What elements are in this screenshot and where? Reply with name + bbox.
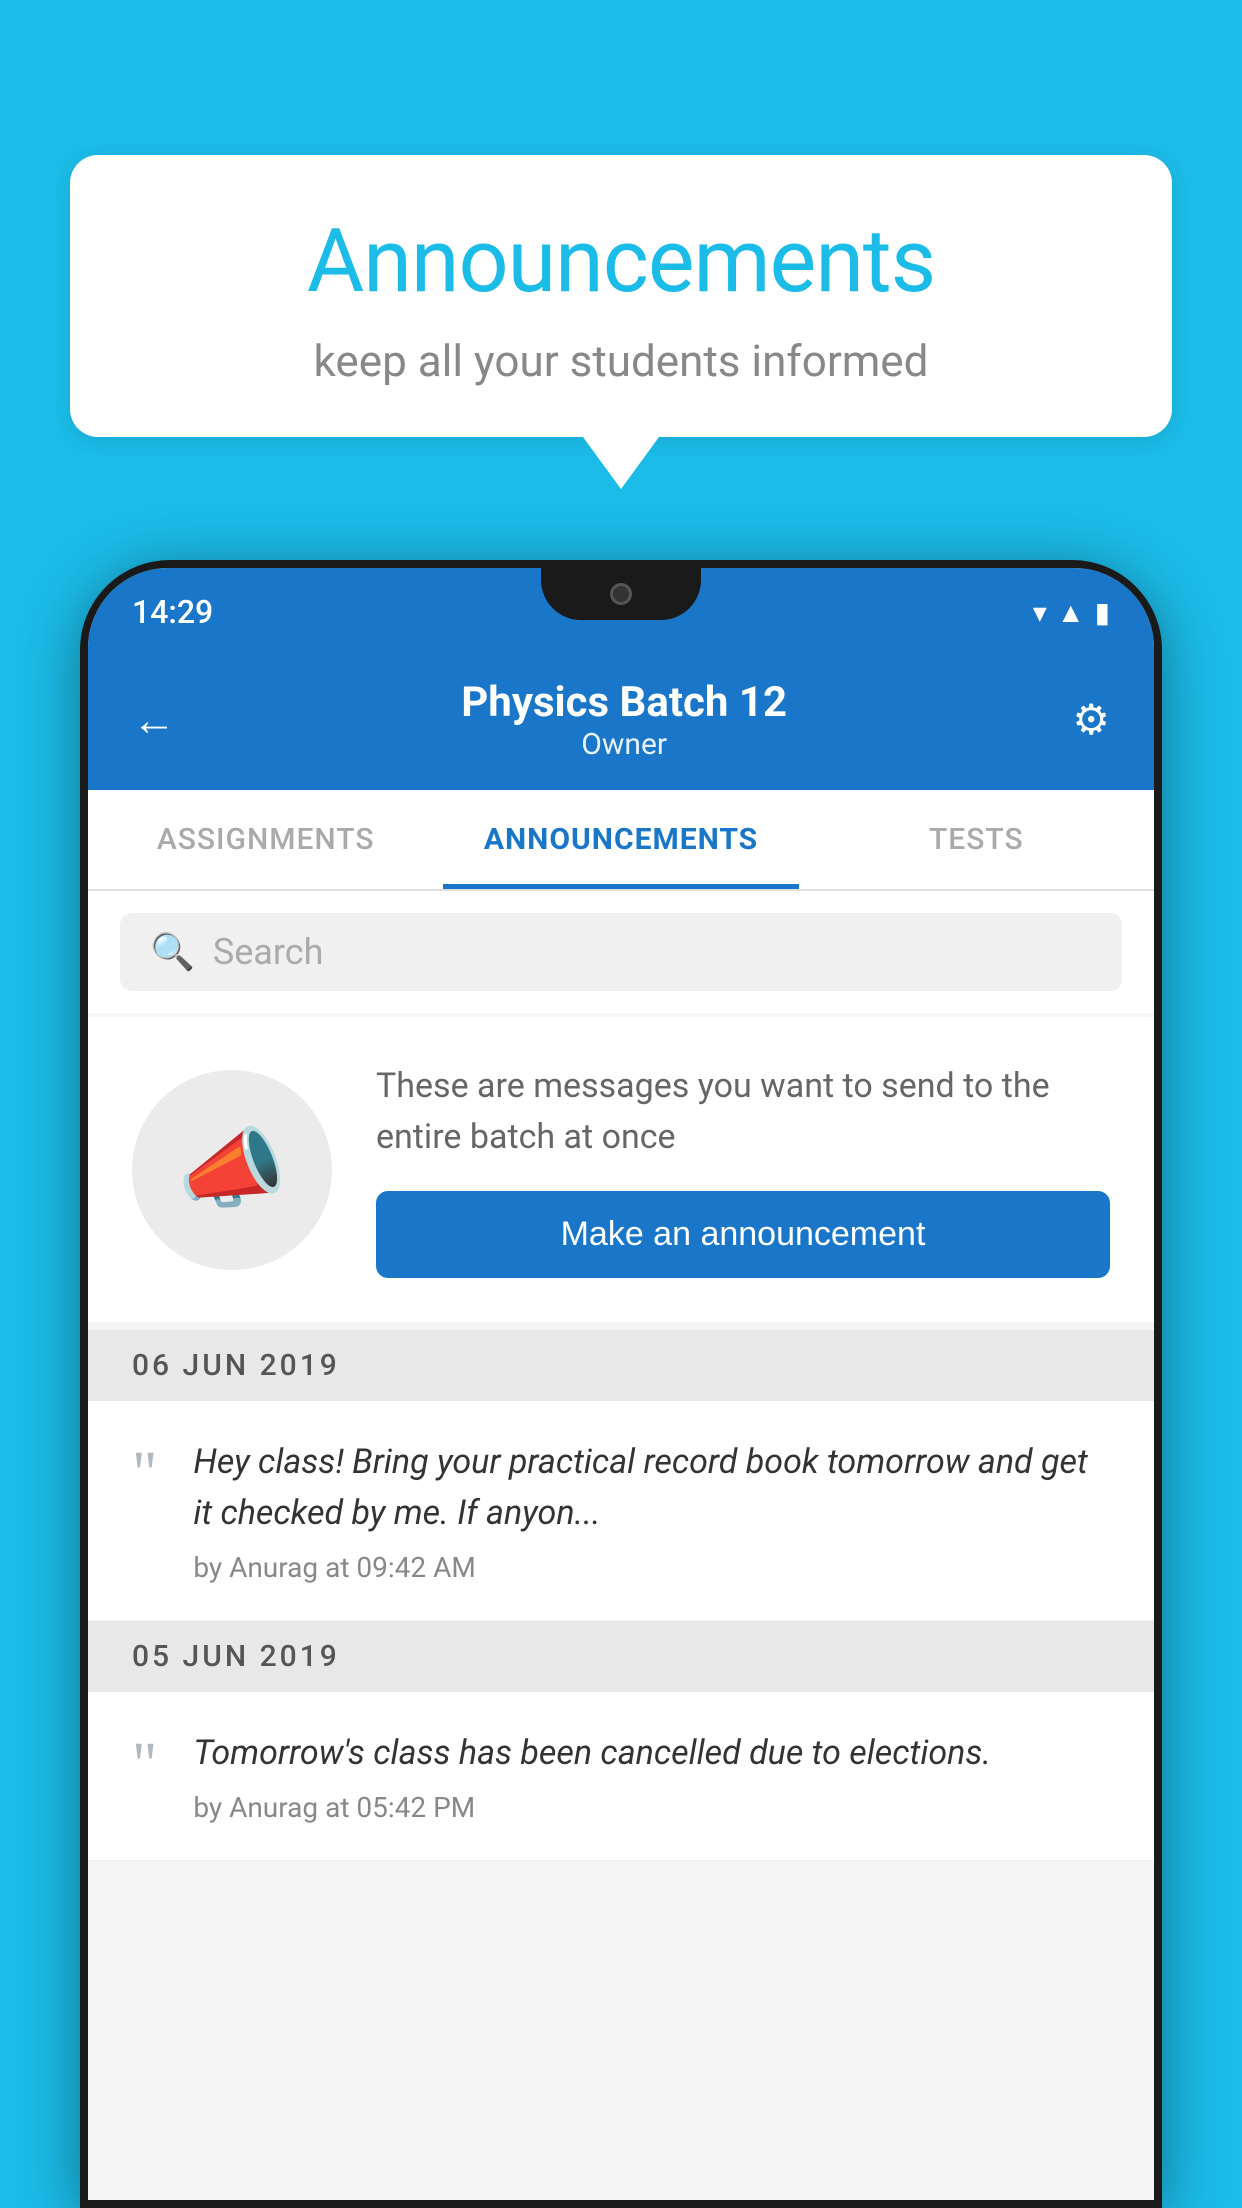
speech-bubble: Announcements keep all your students inf…: [70, 155, 1172, 437]
announcement-item-2[interactable]: " Tomorrow's class has been cancelled du…: [88, 1692, 1154, 1861]
announcement-meta-1: by Anurag at 09:42 AM: [193, 1551, 1110, 1584]
phone-inner: 14:29 ▾ ▲ ▮ ← Physics Batch 12 Owner ⚙ A…: [88, 568, 1154, 2200]
quote-icon-1: ": [132, 1443, 157, 1505]
announcement-item-1[interactable]: " Hey class! Bring your practical record…: [88, 1401, 1154, 1621]
tab-assignments[interactable]: ASSIGNMENTS: [88, 790, 443, 889]
batch-role: Owner: [461, 727, 787, 762]
search-placeholder: Search: [213, 931, 324, 973]
announcement-text-1: Hey class! Bring your practical record b…: [193, 1437, 1110, 1539]
speech-bubble-container: Announcements keep all your students inf…: [70, 155, 1172, 489]
battery-icon: ▮: [1095, 596, 1110, 629]
batch-name: Physics Batch 12: [461, 678, 787, 727]
make-announcement-button[interactable]: Make an announcement: [376, 1191, 1110, 1278]
phone-frame: 14:29 ▾ ▲ ▮ ← Physics Batch 12 Owner ⚙ A…: [80, 560, 1162, 2208]
search-bar[interactable]: 🔍 Search: [120, 913, 1122, 991]
announce-right: These are messages you want to send to t…: [376, 1061, 1110, 1278]
header-center: Physics Batch 12 Owner: [461, 678, 787, 762]
date-separator-2: 05 JUN 2019: [88, 1621, 1154, 1692]
wifi-icon: ▾: [1033, 596, 1047, 629]
notch: [541, 568, 701, 620]
announce-section: 📣 These are messages you want to send to…: [88, 1017, 1154, 1322]
announcement-icon-circle: 📣: [132, 1070, 332, 1270]
status-time: 14:29: [132, 593, 213, 631]
search-icon: 🔍: [150, 931, 195, 973]
announcement-content-1: Hey class! Bring your practical record b…: [193, 1437, 1110, 1584]
status-icons: ▾ ▲ ▮: [1033, 596, 1110, 629]
announcement-content-2: Tomorrow's class has been cancelled due …: [193, 1728, 1110, 1824]
announce-description: These are messages you want to send to t…: [376, 1061, 1110, 1163]
search-container: 🔍 Search: [88, 891, 1154, 1013]
announcement-text-2: Tomorrow's class has been cancelled due …: [193, 1728, 1110, 1779]
tab-announcements[interactable]: ANNOUNCEMENTS: [443, 790, 798, 889]
bubble-title: Announcements: [130, 210, 1112, 313]
camera-dot: [610, 583, 632, 605]
app-header: ← Physics Batch 12 Owner ⚙: [88, 656, 1154, 790]
speech-bubble-tail: [583, 437, 659, 489]
settings-button[interactable]: ⚙: [1072, 695, 1110, 745]
content-area: 🔍 Search 📣 These are messages you want t…: [88, 891, 1154, 2200]
back-button[interactable]: ←: [132, 694, 176, 746]
bubble-subtitle: keep all your students informed: [130, 335, 1112, 387]
announcement-meta-2: by Anurag at 05:42 PM: [193, 1791, 1110, 1824]
tab-tests[interactable]: TESTS: [799, 790, 1154, 889]
megaphone-icon: 📣: [177, 1118, 287, 1221]
date-separator-1: 06 JUN 2019: [88, 1330, 1154, 1401]
signal-icon: ▲: [1057, 596, 1085, 629]
quote-icon-2: ": [132, 1734, 157, 1796]
tabs-bar: ASSIGNMENTS ANNOUNCEMENTS TESTS: [88, 790, 1154, 891]
status-bar: 14:29 ▾ ▲ ▮: [88, 568, 1154, 656]
